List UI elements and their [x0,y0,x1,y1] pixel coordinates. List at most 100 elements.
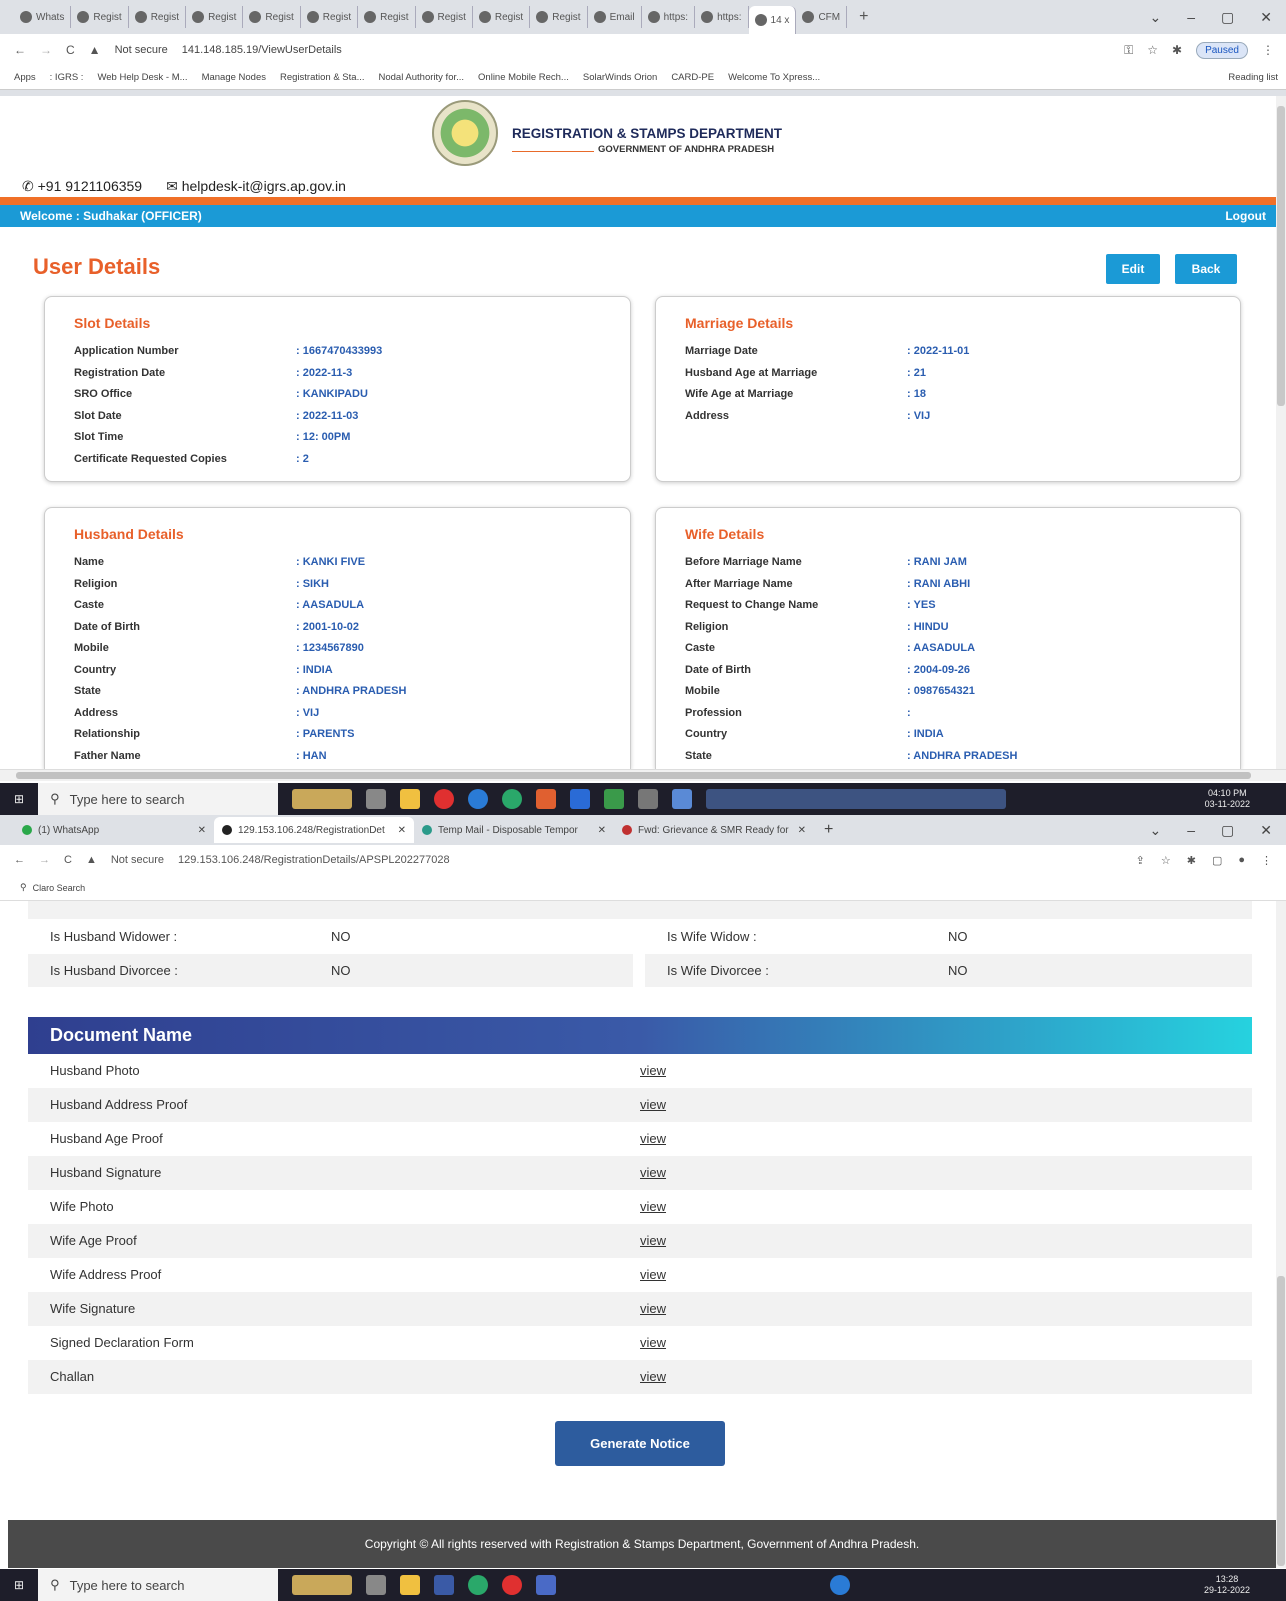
new-tab-icon[interactable]: + [824,821,833,839]
menu-icon[interactable]: ⋮ [1262,43,1274,57]
taskbar-clock[interactable]: 04:10 PM 03-11-2022 [1205,788,1286,810]
chevron-down-icon[interactable]: ⌄ [1150,9,1162,26]
sidebar-icon[interactable]: ▢ [1212,854,1222,867]
new-tab-icon[interactable]: + [859,8,868,26]
people-icon[interactable] [292,1575,353,1595]
minimize-icon[interactable]: – [1187,9,1195,26]
bookmark-item[interactable]: Web Help Desk - M... [97,72,187,83]
horizontal-scrollbar[interactable] [0,769,1286,781]
view-link[interactable]: view [640,1335,666,1350]
close-icon[interactable]: ✕ [598,825,606,836]
file-explorer-icon[interactable] [400,789,421,809]
app-icon[interactable] [536,789,557,809]
star-icon[interactable]: ☆ [1147,43,1158,57]
app-icon[interactable] [638,789,659,809]
close-icon[interactable]: ✕ [1260,822,1272,839]
star-icon[interactable]: ☆ [1161,854,1171,867]
scroll-thumb[interactable] [1277,1276,1285,1566]
reload-icon[interactable]: C [64,854,72,866]
view-link[interactable]: view [640,1165,666,1180]
close-icon[interactable]: ✕ [398,825,406,836]
taskbar-clock[interactable]: 13:28 29-12-2022 [1204,1574,1286,1596]
vertical-scrollbar-2[interactable] [1276,901,1286,1568]
browser-tab[interactable]: Regist [530,6,588,28]
browser-tab[interactable]: Regist [473,6,531,28]
browser-tab[interactable]: Regist [301,6,359,28]
browser-tab[interactable]: Regist [416,6,473,28]
app-icon[interactable] [672,789,693,809]
browser-tab[interactable]: Email [588,6,642,28]
bookmark-item[interactable]: SolarWinds Orion [583,72,657,83]
back-icon[interactable]: ← [14,854,25,866]
generate-notice-button[interactable]: Generate Notice [555,1421,725,1466]
browser-tab[interactable]: Temp Mail - Disposable Tempor ✕ [414,817,614,843]
bookmark-item[interactable]: Apps [14,72,36,83]
taskbar-search[interactable]: ⚲ Type here to search [38,783,279,815]
browser-tab[interactable]: 14 x [748,6,797,34]
bookmark-item[interactable]: Nodal Authority for... [378,72,464,83]
bookmark-item[interactable]: Welcome To Xpress... [728,72,820,83]
chrome-icon[interactable] [468,1575,489,1595]
close-icon[interactable]: ✕ [1260,9,1272,26]
browser-tab[interactable]: https: [642,6,696,28]
taskbar-search[interactable]: ⚲ Type here to search [38,1569,279,1601]
file-explorer-icon[interactable] [400,1575,421,1595]
browser-tab[interactable]: Regist [243,6,301,28]
edit-button[interactable]: Edit [1106,254,1160,284]
bookmark-item[interactable]: CARD-PE [671,72,714,83]
view-link[interactable]: view [640,1097,666,1112]
view-link[interactable]: view [640,1063,666,1078]
browser-tab[interactable]: Regist [358,6,416,28]
edge-icon[interactable] [468,789,489,809]
close-icon[interactable]: ✕ [798,825,806,836]
windows-start-icon[interactable]: ⊞ [14,792,24,806]
bookmark-item[interactable]: Online Mobile Rech... [478,72,569,83]
task-view-icon[interactable] [366,1575,387,1595]
excel-icon[interactable] [604,789,625,809]
browser-tab[interactable]: (1) WhatsApp ✕ [14,817,214,843]
help-icon[interactable] [830,1575,851,1595]
bookmark-item[interactable]: Manage Nodes [202,72,266,83]
claro-search-bar[interactable]: ⚲ Claro Search [0,875,1286,901]
windows-start-icon[interactable]: ⊞ [14,1578,24,1592]
tray-icons[interactable] [706,789,1007,809]
browser-tab[interactable]: https: [695,6,749,28]
chevron-down-icon[interactable]: ⌄ [1150,822,1162,839]
menu-icon[interactable]: ⋮ [1261,854,1272,867]
forward-icon[interactable]: → [40,43,52,57]
view-link[interactable]: view [640,1233,666,1248]
app-icon[interactable] [536,1575,557,1595]
browser-tab[interactable]: 129.153.106.248/RegistrationDet ✕ [214,817,414,843]
browser-tab[interactable]: CFM [796,6,848,28]
opera-icon[interactable] [502,1575,523,1595]
close-icon[interactable]: ✕ [198,825,206,836]
minimize-icon[interactable]: – [1187,822,1195,839]
back-button[interactable]: Back [1175,254,1237,284]
bookmark-item[interactable]: : IGRS : [50,72,84,83]
task-view-icon[interactable] [366,789,387,809]
browser-tab[interactable]: Fwd: Grievance & SMR Ready for ✕ [614,817,814,843]
scroll-thumb[interactable] [16,772,1251,779]
reload-icon[interactable]: C [66,43,75,57]
browser-tab[interactable]: Whats [14,6,72,28]
logout-link[interactable]: Logout [1225,209,1266,223]
browser-tab[interactable]: Regist [186,6,244,28]
reading-list[interactable]: Reading list [1228,72,1286,83]
word-icon[interactable] [570,789,591,809]
profile-button[interactable]: Paused [1196,41,1248,59]
browser-tab[interactable]: Regist [71,6,129,28]
scroll-thumb[interactable] [1277,106,1285,406]
view-link[interactable]: view [640,1369,666,1384]
opera-icon[interactable] [434,789,455,809]
view-link[interactable]: view [640,1131,666,1146]
extensions-icon[interactable]: ✱ [1187,854,1196,867]
view-link[interactable]: view [640,1199,666,1214]
forward-icon[interactable]: → [39,854,50,866]
view-link[interactable]: view [640,1267,666,1282]
bookmark-item[interactable]: Registration & Sta... [280,72,364,83]
maximize-icon[interactable]: ▢ [1221,822,1234,839]
view-link[interactable]: view [640,1301,666,1316]
share-icon[interactable]: ⇪ [1136,854,1145,867]
url-field[interactable]: 129.153.106.248/RegistrationDetails/APSP… [178,854,450,866]
people-icon[interactable] [292,789,353,809]
